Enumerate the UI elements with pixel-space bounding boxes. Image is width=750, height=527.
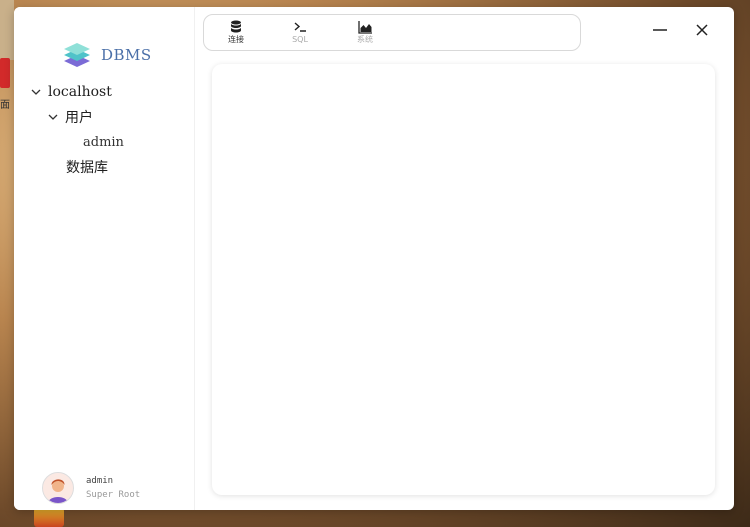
area-chart-icon (357, 21, 372, 34)
app-logo: DBMS (62, 41, 152, 69)
minimize-icon (653, 29, 667, 31)
tree-node-label: 数据库 (66, 160, 108, 176)
chevron-down-icon (48, 114, 58, 120)
system-button[interactable]: 系统 (345, 17, 385, 49)
user-name: admin (86, 475, 114, 486)
tree-node-localhost[interactable]: localhost (31, 81, 112, 103)
layers-icon (62, 41, 92, 69)
tree-node-label: admin (83, 134, 124, 150)
main-content-panel (212, 64, 715, 495)
tree-node-users[interactable]: 用户 (48, 106, 93, 128)
connect-button[interactable]: 连接 (216, 17, 256, 49)
user-profile[interactable]: admin Super Root (42, 472, 140, 504)
app-title: DBMS (101, 46, 152, 64)
avatar (42, 472, 74, 504)
terminal-icon (294, 22, 306, 32)
taskbar-icon (34, 508, 64, 527)
desktop-icon-label: 面 (0, 100, 10, 111)
desktop-icon (0, 58, 10, 88)
tree-node-label: 用户 (65, 110, 93, 126)
app-window: DBMS localhost 用户 admin 数据库 admin Super … (14, 7, 734, 510)
tree-node-label: localhost (48, 84, 112, 100)
close-icon (696, 24, 708, 36)
database-icon (231, 20, 241, 33)
tree-node-databases[interactable]: 数据库 (66, 156, 108, 178)
tree-node-admin[interactable]: admin (83, 131, 124, 153)
toolbar: 连接 SQL 系统 (203, 14, 581, 51)
chevron-down-icon (31, 89, 41, 95)
close-button[interactable] (692, 20, 712, 40)
system-label: 系统 (357, 35, 373, 44)
desktop-edge (0, 0, 14, 60)
user-meta: admin Super Root (86, 475, 140, 502)
user-role: Super Root (86, 489, 141, 500)
sql-label: SQL (292, 35, 308, 44)
minimize-button[interactable] (650, 20, 670, 40)
sidebar: DBMS localhost 用户 admin 数据库 admin Super … (14, 7, 195, 510)
sql-button[interactable]: SQL (280, 17, 320, 49)
connect-label: 连接 (228, 35, 244, 44)
